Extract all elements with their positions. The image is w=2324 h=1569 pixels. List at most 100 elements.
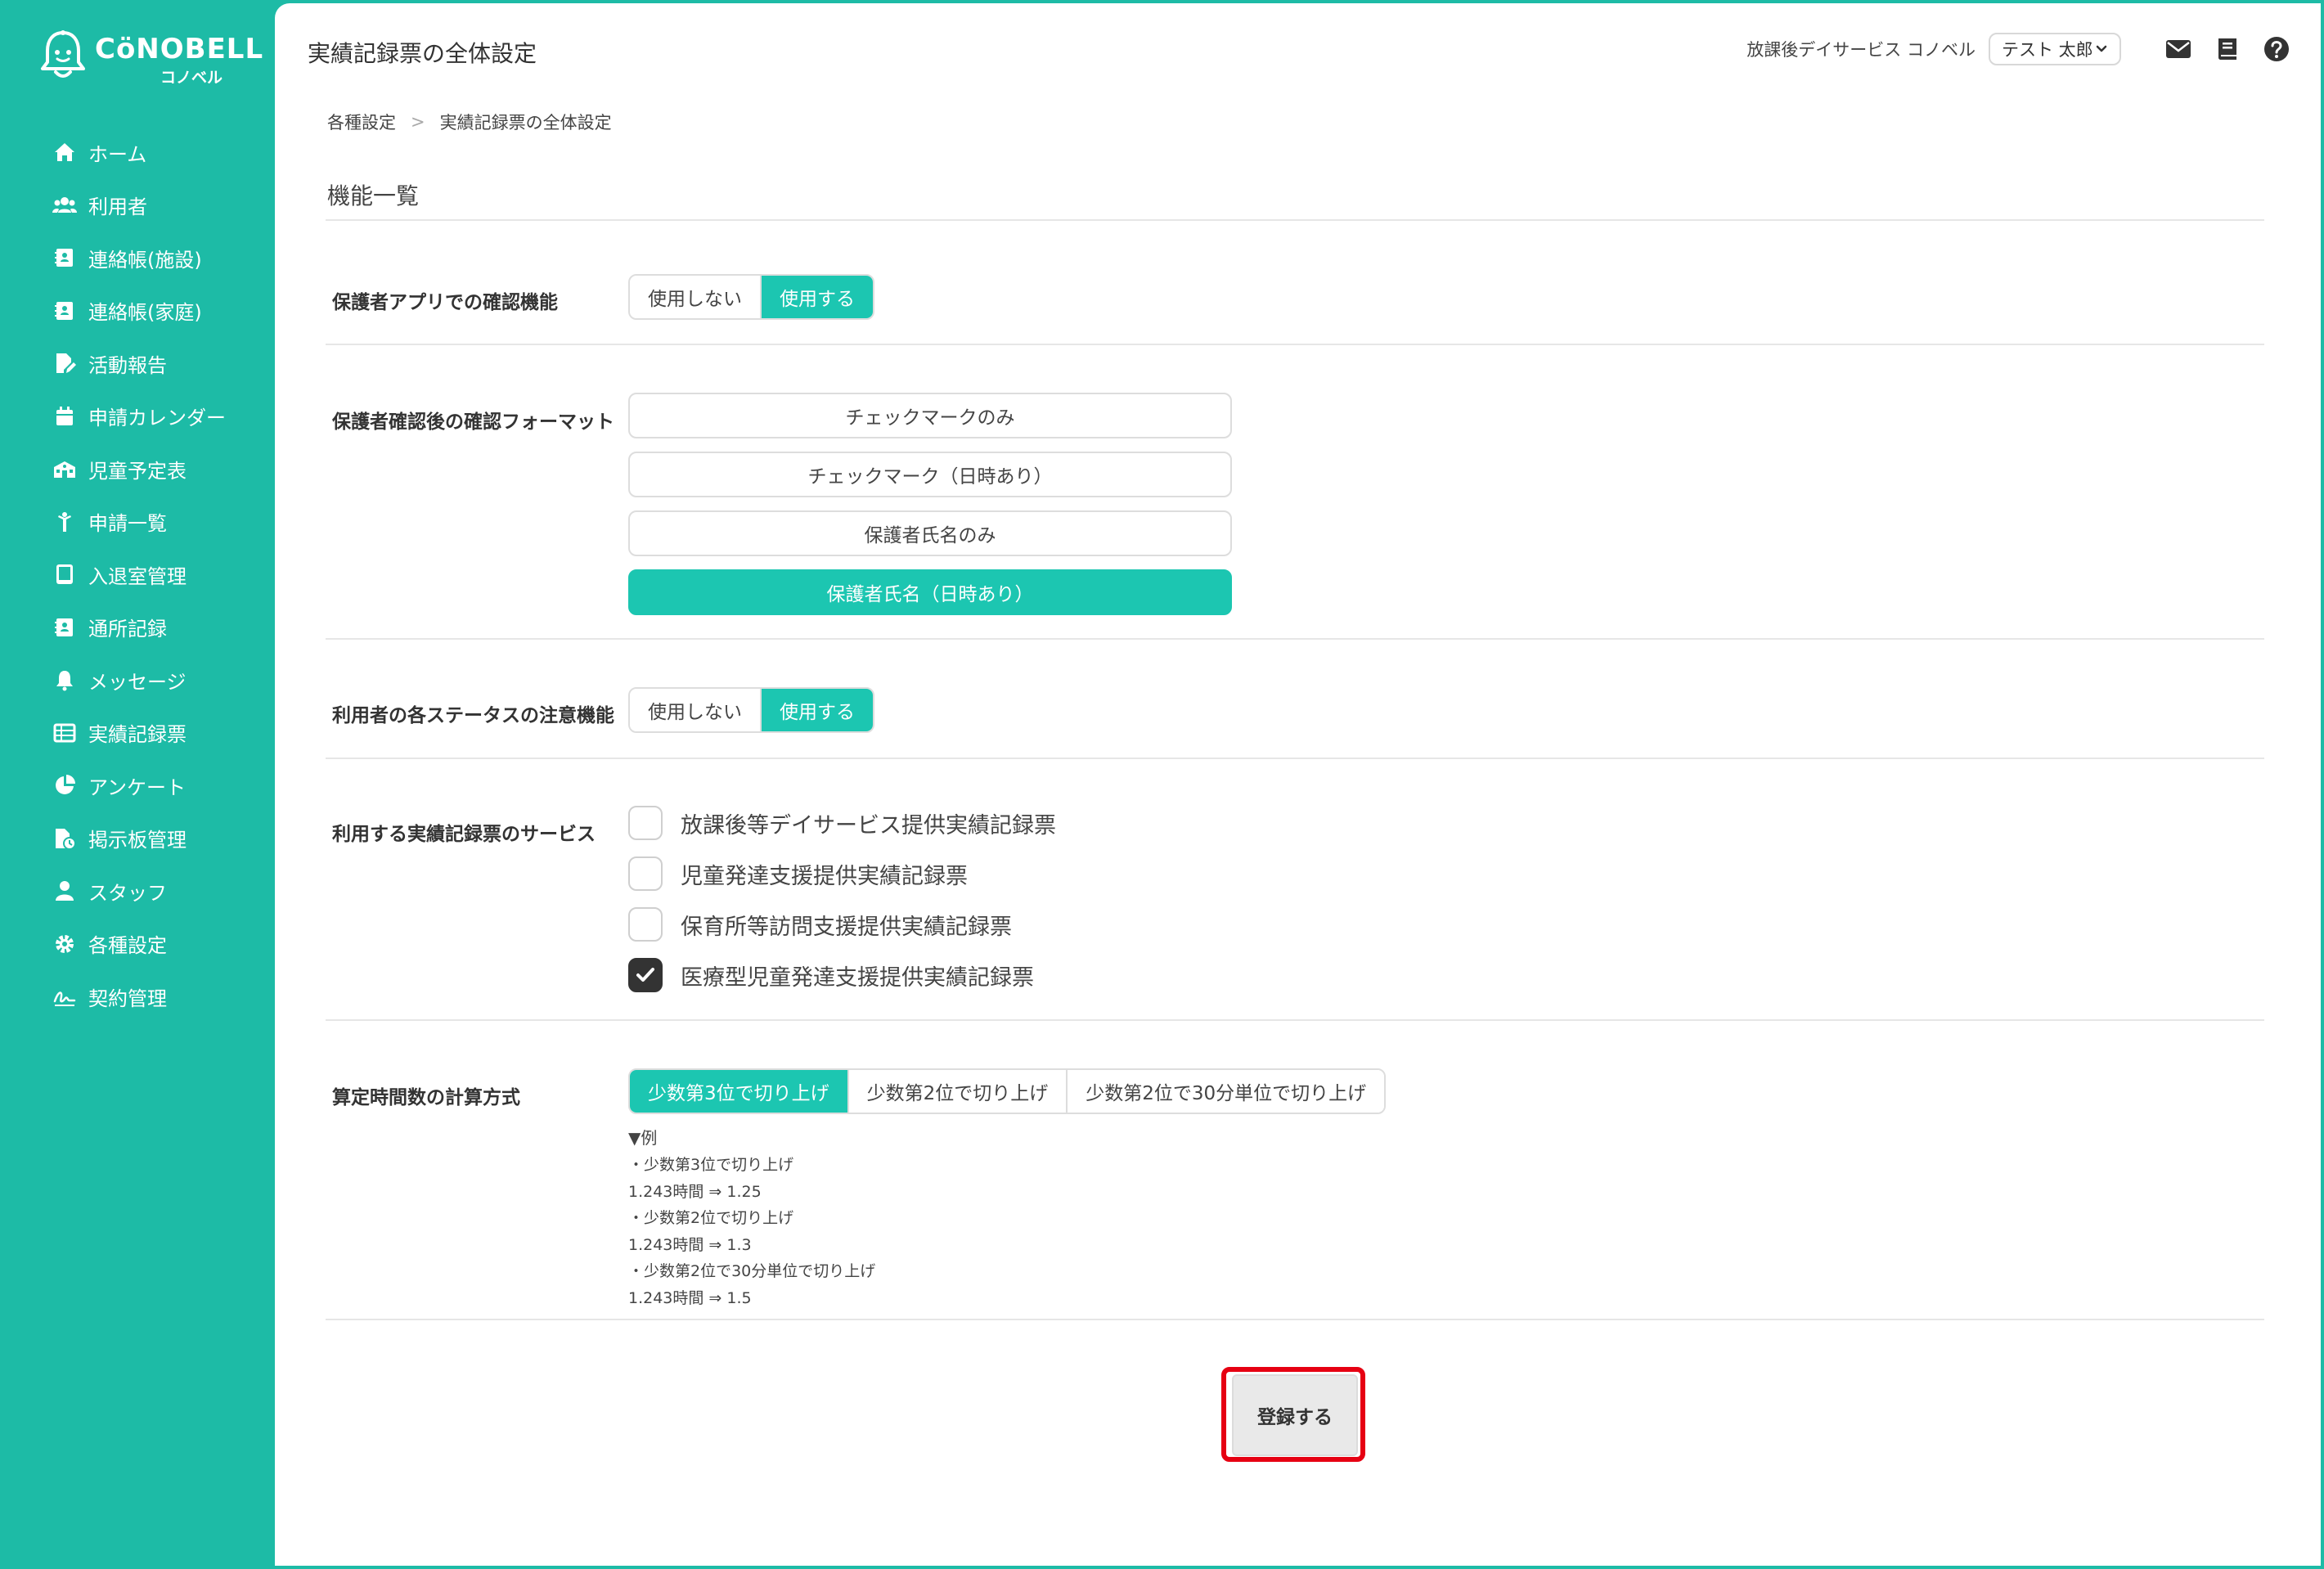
header-toolbar: 放課後デイサービス コノベル テスト 太郎 [1746, 31, 2291, 67]
guardian-confirm-on-option[interactable]: 使用する [762, 276, 873, 318]
sidebar-item-contract[interactable]: 契約管理 [0, 970, 275, 1023]
sidebar-item-performance-record[interactable]: 実績記録票 [0, 707, 275, 760]
help-icon[interactable] [2262, 34, 2291, 64]
file-edit-icon [52, 351, 77, 375]
breadcrumb-parent-link[interactable]: 各種設定 [327, 110, 396, 134]
format-checkmark-datetime-button[interactable]: チェックマーク（日時あり） [628, 452, 1232, 497]
example-line: ・少数第2位で切り上げ [628, 1209, 794, 1227]
child-icon [52, 510, 77, 534]
check-icon [636, 968, 654, 982]
format-checkmark-only-button[interactable]: チェックマークのみ [628, 393, 1232, 438]
sidebar-item-label: 入退室管理 [88, 564, 187, 588]
status-alert-toggle: 使用しない 使用する [628, 687, 874, 733]
sidebar-item-label: メッセージ [88, 670, 187, 694]
calc-example: ▼例 ・少数第3位で切り上げ 1.243時間 ⇒ 1.25 ・少数第2位で切り上… [628, 1124, 875, 1311]
sidebar-item-label: 契約管理 [88, 987, 167, 1010]
checkbox-box[interactable] [628, 856, 663, 891]
tablet-icon [52, 562, 77, 587]
staff-icon [52, 879, 77, 903]
example-line: ・少数第2位で30分単位で切り上げ [628, 1262, 876, 1280]
guardian-confirm-toggle: 使用しない 使用する [628, 274, 874, 320]
main-panel: 実績記録票の全体設定 放課後デイサービス コノベル テスト 太郎 各種設定 > … [275, 3, 2321, 1566]
example-line: 1.243時間 ⇒ 1.5 [628, 1288, 752, 1307]
service-label: 放課後等デイサービス提供実績記録票 [681, 812, 1056, 838]
status-alert-on-option[interactable]: 使用する [762, 689, 873, 731]
sidebar-item-attendance-record[interactable]: 通所記録 [0, 601, 275, 654]
format-guardian-name-datetime-button[interactable]: 保護者氏名（日時あり） [628, 569, 1232, 615]
status-alert-off-option[interactable]: 使用しない [630, 689, 762, 731]
sidebar-item-label: 児童予定表 [88, 459, 187, 483]
row-divider [326, 758, 2264, 759]
bell-logo-icon [41, 30, 85, 78]
checkbox-box[interactable] [628, 806, 663, 840]
sidebar-item-label: 連絡帳(家庭) [88, 301, 202, 325]
contact-book-icon [52, 299, 77, 323]
table-icon [52, 721, 77, 745]
service-label: 医療型児童発達支援提供実績記録票 [681, 964, 1034, 991]
guardian-confirm-off-option[interactable]: 使用しない [630, 276, 762, 318]
sidebar-item-label: アンケート [88, 776, 187, 799]
sidebar-item-label: 実績記録票 [88, 723, 187, 747]
sidebar-item-label: 各種設定 [88, 934, 167, 958]
example-title: ▼例 [628, 1128, 658, 1148]
section-title: 機能一覧 [327, 182, 420, 209]
sidebar-item-label: スタッフ [88, 881, 167, 905]
user-name: テスト 太郎 [2002, 40, 2093, 60]
submit-button[interactable]: 登録する [1232, 1374, 1358, 1456]
sidebar-item-bulletin-board[interactable]: 掲示板管理 [0, 812, 275, 865]
service-nursery-visit-checkbox[interactable]: 保育所等訪問支援提供実績記録票 [628, 906, 1012, 942]
file-clock-icon [52, 826, 77, 851]
sidebar-item-request-calendar[interactable]: 申請カレンダー [0, 390, 275, 443]
service-child-development-checkbox[interactable]: 児童発達支援提供実績記録票 [628, 856, 968, 892]
gear-icon [52, 932, 77, 956]
sidebar-item-label: 申請カレンダー [88, 407, 226, 430]
breadcrumb: 各種設定 > 実績記録票の全体設定 [327, 110, 612, 134]
contact-book-icon [52, 615, 77, 640]
contact-book-icon [52, 245, 77, 270]
services-label: 利用する実績記録票のサービス [332, 824, 596, 845]
confirm-format-label: 保護者確認後の確認フォーマット [332, 411, 614, 433]
user-select[interactable]: テスト 太郎 [1989, 33, 2121, 65]
sidebar-item-survey[interactable]: アンケート [0, 759, 275, 812]
service-after-school-checkbox[interactable]: 放課後等デイサービス提供実績記録票 [628, 805, 1056, 841]
logo-subtext: コノベル [160, 69, 223, 87]
service-medical-child-development-checkbox[interactable]: 医療型児童発達支援提供実績記録票 [628, 957, 1034, 993]
sidebar-item-staff[interactable]: スタッフ [0, 865, 275, 918]
row-divider [326, 344, 2264, 345]
school-icon [52, 456, 77, 481]
sidebar-item-contact-facility[interactable]: 連絡帳(施設) [0, 232, 275, 285]
brand-logo[interactable]: CöNOBELL コノベル [38, 29, 263, 87]
service-label: 児童発達支援提供実績記録票 [681, 863, 968, 889]
sidebar-item-request-list[interactable]: 申請一覧 [0, 496, 275, 549]
checkbox-box[interactable] [628, 907, 663, 942]
sidebar-item-label: 申請一覧 [88, 512, 167, 536]
sidebar-item-label: 通所記録 [88, 618, 167, 641]
chevron-down-icon [2096, 45, 2107, 52]
status-alert-label: 利用者の各ステータスの注意機能 [332, 705, 614, 726]
sidebar-item-activity-report[interactable]: 活動報告 [0, 337, 275, 390]
calc-method-label: 算定時間数の計算方式 [332, 1087, 520, 1108]
sidebar-item-users[interactable]: 利用者 [0, 179, 275, 232]
pie-chart-icon [52, 773, 77, 798]
book-icon[interactable] [2213, 34, 2242, 64]
format-guardian-name-only-button[interactable]: 保護者氏名のみ [628, 510, 1232, 556]
calc-round-2nd-option[interactable]: 少数第2位で切り上げ [848, 1070, 1068, 1113]
checkbox-box[interactable] [628, 958, 663, 992]
page-title: 実績記録票の全体設定 [308, 40, 537, 67]
sidebar-item-messages[interactable]: メッセージ [0, 654, 275, 707]
sidebar-item-contact-home[interactable]: 連絡帳(家庭) [0, 285, 275, 338]
app-root: CöNOBELL コノベル ホーム 利用者 連絡帳(施設) 連絡帳(家庭) 活動… [0, 0, 2324, 1569]
sidebar-nav: ホーム 利用者 連絡帳(施設) 連絡帳(家庭) 活動報告 申請カレンダー 児童予… [0, 126, 275, 1023]
mail-icon[interactable] [2164, 34, 2193, 64]
sidebar-item-label: 利用者 [88, 196, 147, 219]
calc-round-2nd-30min-option[interactable]: 少数第2位で30分単位で切り上げ [1068, 1070, 1385, 1113]
sidebar-item-entry-exit[interactable]: 入退室管理 [0, 548, 275, 601]
sidebar-item-settings[interactable]: 各種設定 [0, 918, 275, 971]
sidebar-item-home[interactable]: ホーム [0, 126, 275, 179]
calc-round-3rd-option[interactable]: 少数第3位で切り上げ [630, 1070, 849, 1113]
calendar-icon [52, 404, 77, 429]
sidebar-item-child-schedule[interactable]: 児童予定表 [0, 443, 275, 496]
logo-text: CöNOBELL [95, 33, 264, 65]
breadcrumb-current: 実績記録票の全体設定 [439, 113, 612, 133]
sidebar-item-label: 活動報告 [88, 353, 167, 377]
